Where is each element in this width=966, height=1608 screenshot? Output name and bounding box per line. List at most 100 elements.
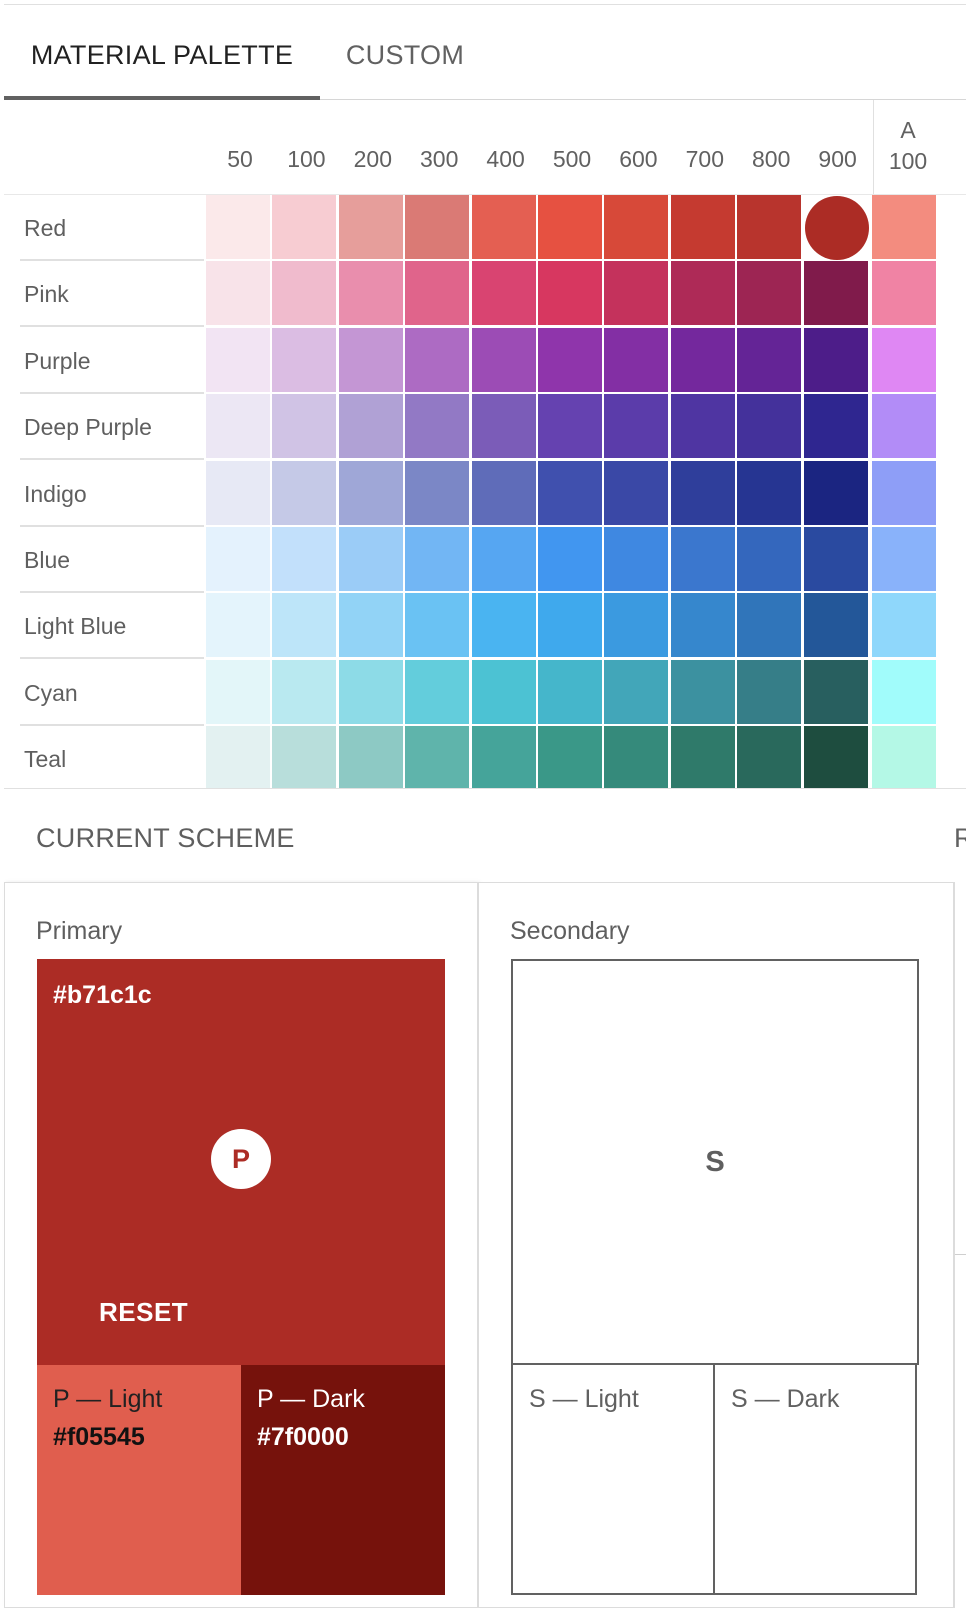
color-swatch[interactable] (471, 593, 538, 660)
color-swatch[interactable] (405, 460, 472, 527)
color-swatch[interactable] (471, 394, 538, 461)
color-swatch[interactable] (737, 659, 804, 726)
color-swatch[interactable] (471, 659, 538, 726)
color-swatch[interactable] (604, 261, 671, 328)
color-swatch[interactable] (405, 261, 472, 328)
color-swatch[interactable] (538, 261, 604, 328)
color-swatch[interactable] (272, 726, 339, 789)
color-swatch[interactable] (538, 327, 604, 394)
color-swatch[interactable] (206, 726, 272, 789)
color-swatch[interactable] (272, 593, 339, 660)
color-swatch[interactable] (737, 195, 804, 261)
color-swatch[interactable] (670, 726, 737, 789)
color-swatch[interactable] (803, 394, 870, 461)
color-swatch[interactable] (206, 327, 272, 394)
color-swatch[interactable] (405, 659, 472, 726)
secondary-dark-swatch[interactable]: S — Dark (713, 1363, 917, 1595)
color-swatch[interactable] (272, 460, 339, 527)
color-swatch[interactable] (471, 195, 538, 261)
color-swatch[interactable] (405, 593, 472, 660)
color-swatch[interactable] (206, 659, 272, 726)
color-swatch[interactable] (872, 659, 938, 726)
tab-material-palette[interactable]: MATERIAL PALETTE (4, 5, 320, 99)
color-swatch[interactable] (604, 327, 671, 394)
color-swatch[interactable] (803, 659, 870, 726)
color-swatch[interactable] (272, 327, 339, 394)
color-swatch[interactable] (604, 593, 671, 660)
color-swatch[interactable] (471, 527, 538, 593)
color-swatch[interactable] (872, 394, 938, 461)
color-swatch[interactable] (538, 659, 604, 726)
color-swatch[interactable] (338, 659, 405, 726)
color-swatch[interactable] (872, 527, 938, 593)
color-swatch[interactable] (538, 726, 604, 789)
color-swatch[interactable] (405, 327, 472, 394)
color-swatch[interactable] (604, 659, 671, 726)
primary-color-swatch[interactable]: #b71c1c P RESET (37, 959, 445, 1365)
primary-dark-swatch[interactable]: P — Dark #7f0000 (241, 1365, 445, 1595)
color-swatch[interactable] (538, 527, 604, 593)
color-swatch[interactable] (872, 593, 938, 660)
color-swatch[interactable] (737, 327, 804, 394)
color-swatch[interactable] (338, 593, 405, 660)
color-swatch[interactable] (737, 394, 804, 461)
color-swatch[interactable] (872, 195, 938, 261)
color-swatch[interactable] (604, 726, 671, 789)
color-swatch[interactable] (538, 394, 604, 461)
color-swatch[interactable] (803, 593, 870, 660)
color-swatch[interactable] (272, 659, 339, 726)
color-swatch[interactable] (206, 394, 272, 461)
selected-swatch[interactable] (804, 196, 869, 260)
color-swatch[interactable] (338, 527, 405, 593)
color-swatch[interactable] (538, 593, 604, 660)
color-swatch[interactable] (604, 527, 671, 593)
color-swatch[interactable] (604, 460, 671, 527)
color-swatch[interactable] (206, 527, 272, 593)
color-swatch[interactable] (670, 394, 737, 461)
color-swatch[interactable] (872, 327, 938, 394)
color-swatch[interactable] (604, 394, 671, 461)
color-swatch[interactable] (737, 593, 804, 660)
color-swatch[interactable] (737, 261, 804, 328)
color-swatch[interactable] (206, 593, 272, 660)
color-swatch[interactable] (670, 593, 737, 660)
color-swatch[interactable] (338, 394, 405, 461)
color-swatch[interactable] (471, 460, 538, 527)
color-swatch[interactable] (272, 195, 339, 261)
secondary-light-swatch[interactable]: S — Light (511, 1363, 715, 1595)
color-swatch[interactable] (405, 195, 472, 261)
color-swatch[interactable] (338, 460, 405, 527)
color-swatch[interactable] (272, 394, 339, 461)
color-swatch[interactable] (670, 659, 737, 726)
color-swatch[interactable] (206, 195, 272, 261)
color-swatch[interactable] (872, 460, 938, 527)
color-swatch[interactable] (471, 726, 538, 789)
color-swatch[interactable] (670, 327, 737, 394)
color-swatch[interactable] (272, 261, 339, 328)
color-swatch[interactable] (670, 195, 737, 261)
color-swatch[interactable] (338, 327, 405, 394)
primary-light-swatch[interactable]: P — Light #f05545 (37, 1365, 241, 1595)
color-swatch[interactable] (272, 527, 339, 593)
color-swatch[interactable] (538, 195, 604, 261)
color-swatch[interactable] (670, 261, 737, 328)
reset-button[interactable]: RESET (99, 1297, 188, 1328)
color-swatch[interactable] (471, 261, 538, 328)
color-swatch[interactable] (803, 327, 870, 394)
color-swatch[interactable] (405, 726, 472, 789)
color-swatch[interactable] (872, 261, 938, 328)
color-swatch[interactable] (471, 327, 538, 394)
color-swatch[interactable] (206, 261, 272, 328)
color-swatch[interactable] (803, 527, 870, 593)
color-swatch[interactable] (538, 460, 604, 527)
color-swatch[interactable] (670, 527, 737, 593)
color-swatch[interactable] (206, 460, 272, 527)
color-swatch[interactable] (405, 527, 472, 593)
color-swatch[interactable] (737, 527, 804, 593)
color-swatch[interactable] (604, 195, 671, 261)
color-swatch[interactable] (803, 726, 870, 789)
color-swatch[interactable] (803, 261, 870, 328)
color-swatch[interactable] (737, 726, 804, 789)
tab-custom[interactable]: CUSTOM (320, 5, 490, 99)
color-swatch[interactable] (872, 726, 938, 789)
